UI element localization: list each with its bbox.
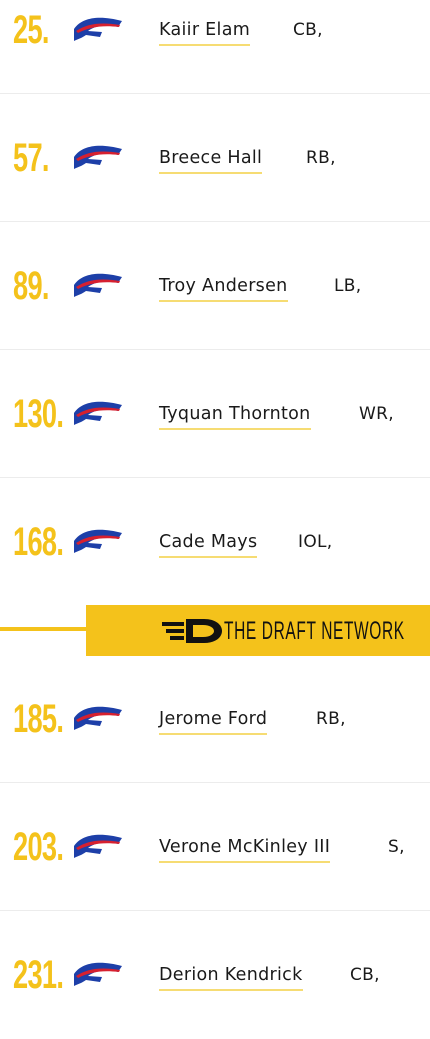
player-position: S, [388,837,405,857]
player-name[interactable]: Kaiir Elam [159,21,251,46]
pick-row: 231. Derion Kendrick CB, [0,911,430,1039]
pick-number: 130. [13,392,64,436]
player-name[interactable]: Troy Andersen [159,277,288,302]
player-name[interactable]: Jerome Ford [159,710,268,735]
pick-row: 203. Verone McKinley III S, [0,783,430,911]
pick-number: 185. [13,697,64,741]
bills-logo-icon [74,401,122,425]
player-position: LB, [334,276,362,296]
pick-number: 57. [13,136,49,180]
player-name[interactable]: Cade Mays [159,533,258,558]
pick-number: 231. [13,953,64,997]
player-position: RB, [316,709,346,729]
pick-row: 25. Kaiir Elam CB, [0,0,430,94]
pick-row: 89. Troy Andersen LB, [0,222,430,350]
pick-row: 168. Cade Mays IOL, [0,478,430,606]
player-name[interactable]: Tyquan Thornton [159,405,311,430]
player-position: CB, [350,965,380,985]
bills-logo-icon [74,273,122,297]
bills-logo-icon [74,962,122,986]
pick-row: 57. Breece Hall RB, [0,94,430,222]
bills-logo-icon [74,17,122,41]
bills-logo-icon [74,706,122,730]
draft-network-logo-icon [162,619,222,643]
pick-number: 203. [13,825,64,869]
player-position: IOL, [298,532,333,552]
bills-logo-icon [74,834,122,858]
player-name[interactable]: Derion Kendrick [159,966,303,991]
pick-number: 25. [13,8,49,52]
bills-logo-icon [74,145,122,169]
player-position: RB, [306,148,336,168]
draft-network-banner: THE DRAFT NETWORK [86,605,430,656]
player-name[interactable]: Breece Hall [159,149,263,174]
player-position: CB, [293,20,323,40]
player-position: WR, [359,404,394,424]
pick-number: 168. [13,520,64,564]
banner-text: THE DRAFT NETWORK [224,617,405,645]
pick-number: 89. [13,264,49,308]
player-name[interactable]: Verone McKinley III [159,838,331,863]
banner-rule [0,627,86,631]
pick-row: 130. Tyquan Thornton WR, [0,350,430,478]
bills-logo-icon [74,529,122,553]
pick-row: 185. Jerome Ford RB, [0,655,430,783]
